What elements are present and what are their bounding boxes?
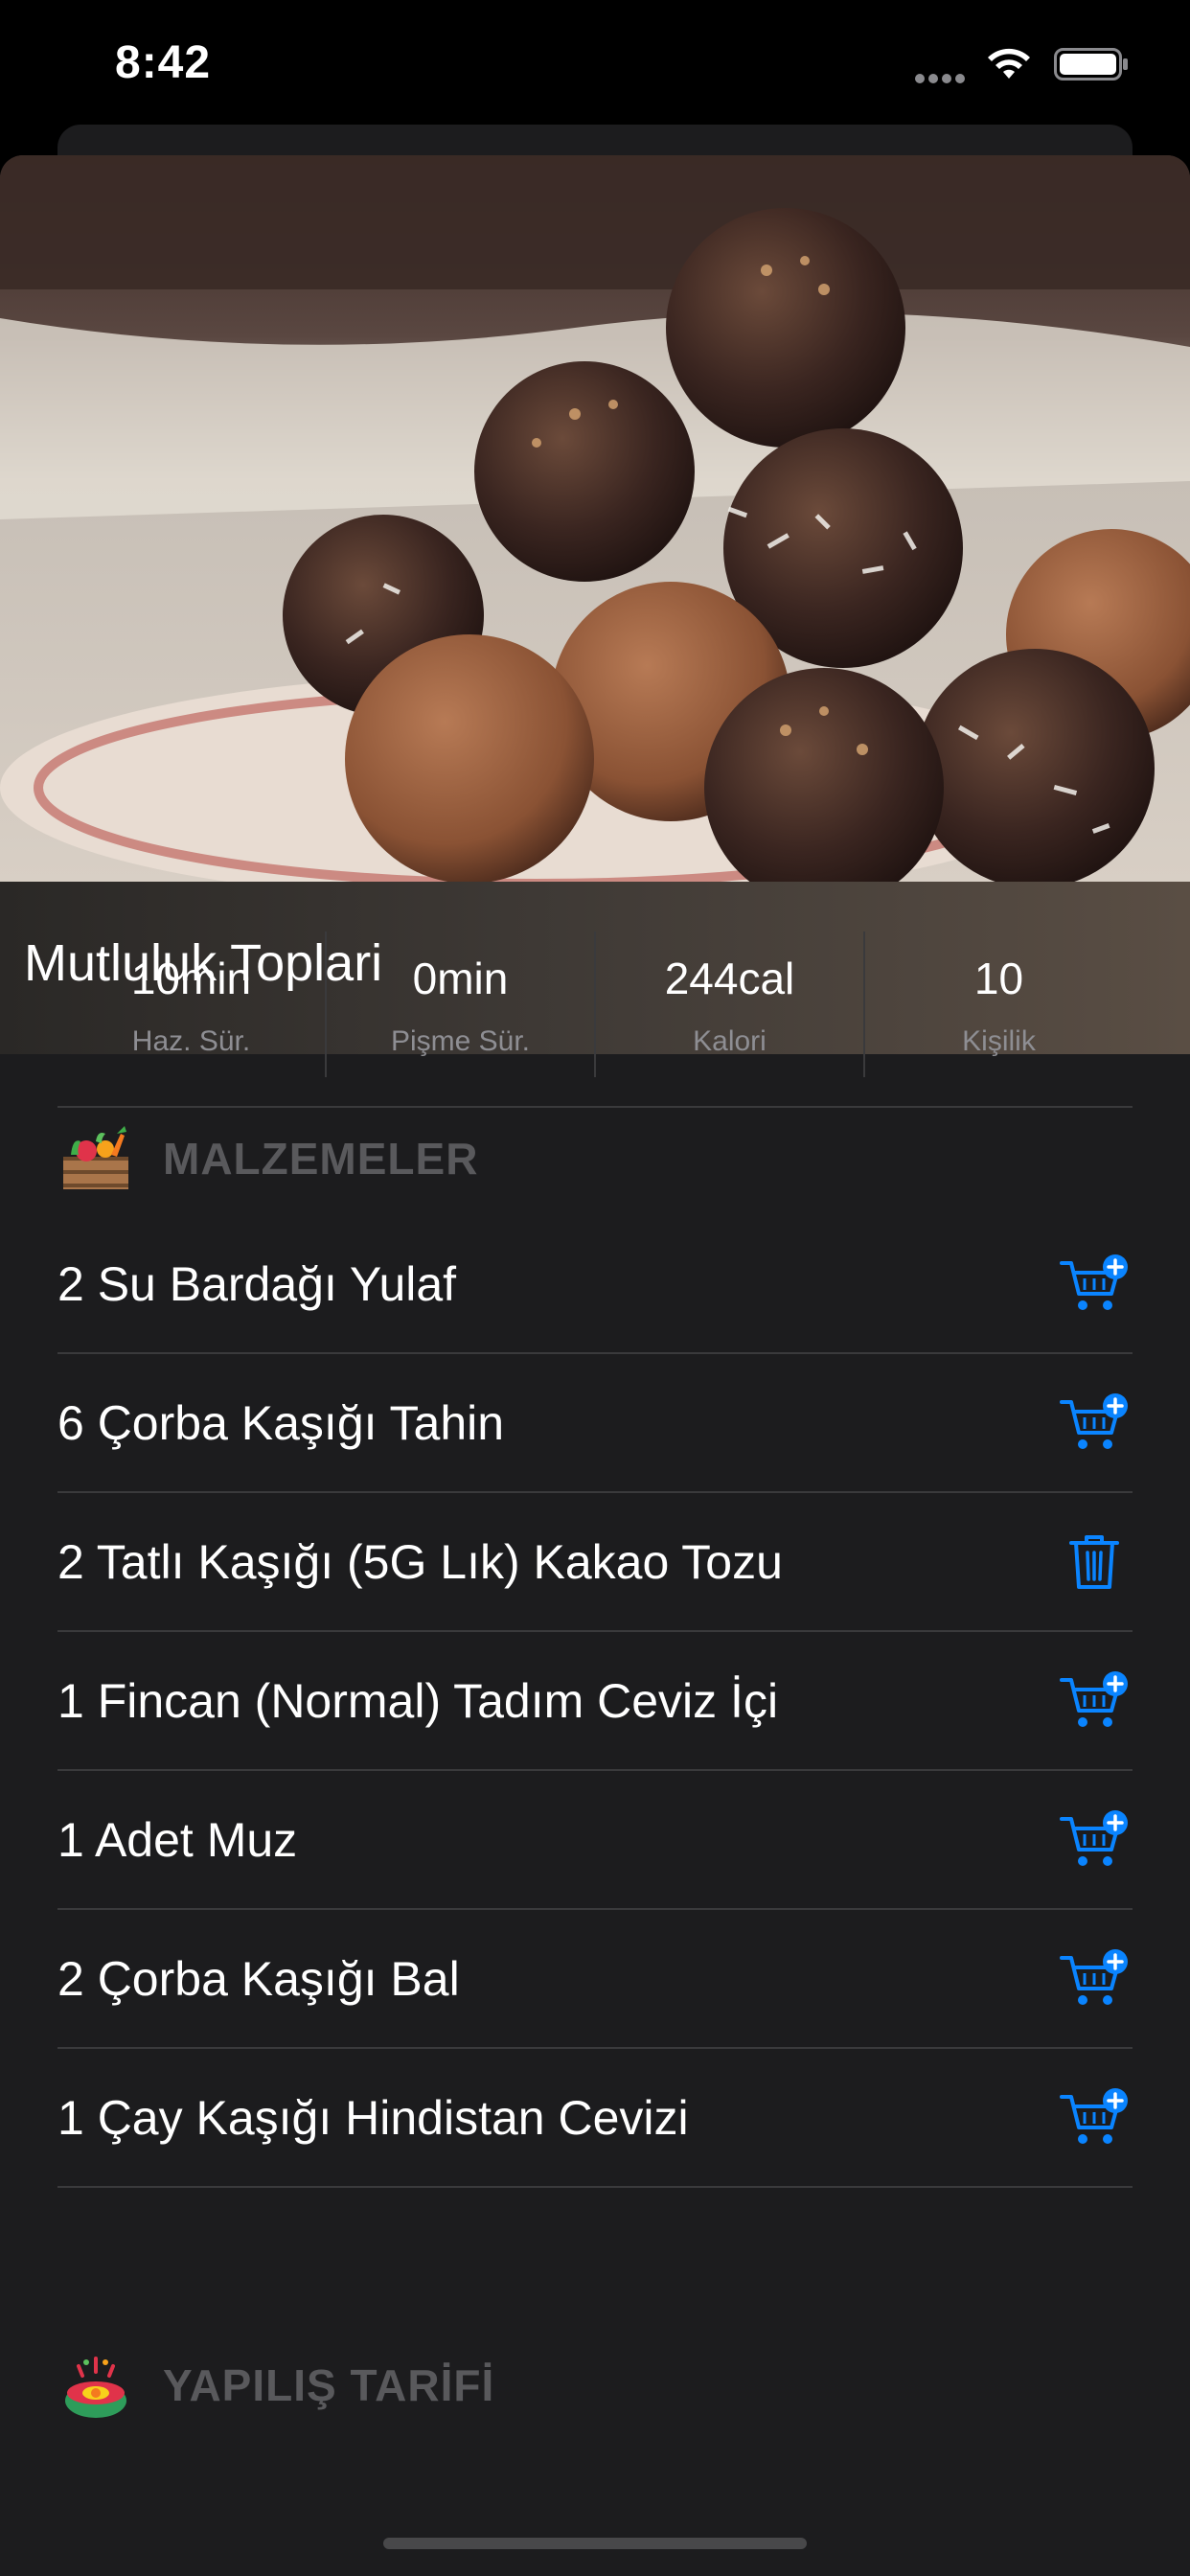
ingredient-row: 2 Tatlı Kaşığı (5G Lık) Kakao Tozu bbox=[57, 1493, 1133, 1632]
recipe-hero-image bbox=[0, 155, 1190, 882]
ingredient-row: 1 Çay Kaşığı Hindistan Cevizi bbox=[57, 2049, 1133, 2188]
cooking-pot-icon bbox=[65, 2357, 126, 2418]
signal-icon bbox=[915, 71, 969, 83]
stat-label: Kişilik bbox=[962, 1025, 1036, 1057]
cart-add-icon bbox=[1060, 2087, 1128, 2144]
ingredient-row: 6 Çorba Kaşığı Tahin bbox=[57, 1354, 1133, 1493]
home-indicator[interactable] bbox=[383, 2538, 807, 2549]
stat-value: 0min bbox=[412, 954, 509, 1003]
ingredient-text: 1 Adet Muz bbox=[57, 1812, 298, 1867]
trash-icon bbox=[1069, 1534, 1119, 1589]
cart-add-icon bbox=[1060, 1948, 1128, 2005]
stat-value: 244cal bbox=[664, 954, 795, 1003]
add-to-cart-button[interactable] bbox=[1056, 1246, 1133, 1322]
stat-cook-time: 0min Pişme Sür. bbox=[327, 932, 596, 1077]
ingredients-header: MALZEMELER bbox=[57, 1116, 1133, 1202]
add-to-cart-button[interactable] bbox=[1056, 2080, 1133, 2156]
vegetable-crate-icon bbox=[63, 1126, 128, 1189]
recipe-card[interactable]: Mutluluk Toplari 10min Haz. Sür. 0min Pi… bbox=[0, 155, 1190, 2576]
stat-servings: 10 Kişilik bbox=[865, 932, 1133, 1077]
status-time: 8:42 bbox=[115, 37, 212, 88]
cart-add-icon bbox=[1060, 1809, 1128, 1866]
ingredient-text: 1 Çay Kaşığı Hindistan Cevizi bbox=[57, 2090, 689, 2145]
ingredient-row: 1 Adet Muz bbox=[57, 1771, 1133, 1910]
ingredient-text: 6 Çorba Kaşığı Tahin bbox=[57, 1395, 505, 1450]
ingredient-row: 2 Çorba Kaşığı Bal bbox=[57, 1910, 1133, 2049]
stat-label: Haz. Sür. bbox=[131, 1025, 251, 1057]
preparation-header: YAPILIŞ TARİFİ bbox=[57, 2342, 1133, 2428]
add-to-cart-button[interactable] bbox=[1056, 1941, 1133, 2017]
preparation-title: YAPILIŞ TARİFİ bbox=[163, 2360, 495, 2410]
remove-from-cart-button[interactable] bbox=[1056, 1524, 1133, 1600]
ingredient-row: 1 Fincan (Normal) Tadım Ceviz İçi bbox=[57, 1632, 1133, 1771]
cart-add-icon bbox=[1060, 1254, 1128, 1310]
stat-label: Kalori bbox=[693, 1025, 767, 1057]
status-bar: 8:42 bbox=[0, 0, 1190, 134]
recipe-stats: 10min Haz. Sür. 0min Pişme Sür. 244cal K… bbox=[57, 932, 1133, 1077]
add-to-cart-button[interactable] bbox=[1056, 1663, 1133, 1739]
ingredient-text: 2 Çorba Kaşığı Bal bbox=[57, 1951, 460, 2006]
stat-value: 10 bbox=[973, 954, 1024, 1003]
stat-value: 10min bbox=[130, 954, 252, 1003]
battery-icon bbox=[1054, 48, 1128, 80]
stat-label: Pişme Sür. bbox=[390, 1025, 531, 1057]
cart-add-icon bbox=[1060, 1392, 1128, 1449]
ingredients-title: MALZEMELER bbox=[163, 1134, 479, 1184]
cart-add-icon bbox=[1060, 1670, 1128, 1727]
stat-prep-time: 10min Haz. Sür. bbox=[57, 932, 327, 1077]
ingredient-text: 1 Fincan (Normal) Tadım Ceviz İçi bbox=[57, 1673, 779, 1728]
ingredient-list: 2 Su Bardağı Yulaf 6 Çorba Kaşığı Tahin bbox=[57, 1215, 1133, 2188]
ingredient-text: 2 Su Bardağı Yulaf bbox=[57, 1256, 457, 1311]
recipe-photo bbox=[0, 155, 1190, 882]
ingredient-text: 2 Tatlı Kaşığı (5G Lık) Kakao Tozu bbox=[57, 1534, 783, 1589]
add-to-cart-button[interactable] bbox=[1056, 1385, 1133, 1461]
add-to-cart-button[interactable] bbox=[1056, 1802, 1133, 1878]
stats-divider bbox=[57, 1106, 1133, 1108]
wifi-icon bbox=[988, 48, 1030, 79]
ingredient-row: 2 Su Bardağı Yulaf bbox=[57, 1215, 1133, 1354]
stat-calories: 244cal Kalori bbox=[596, 932, 865, 1077]
